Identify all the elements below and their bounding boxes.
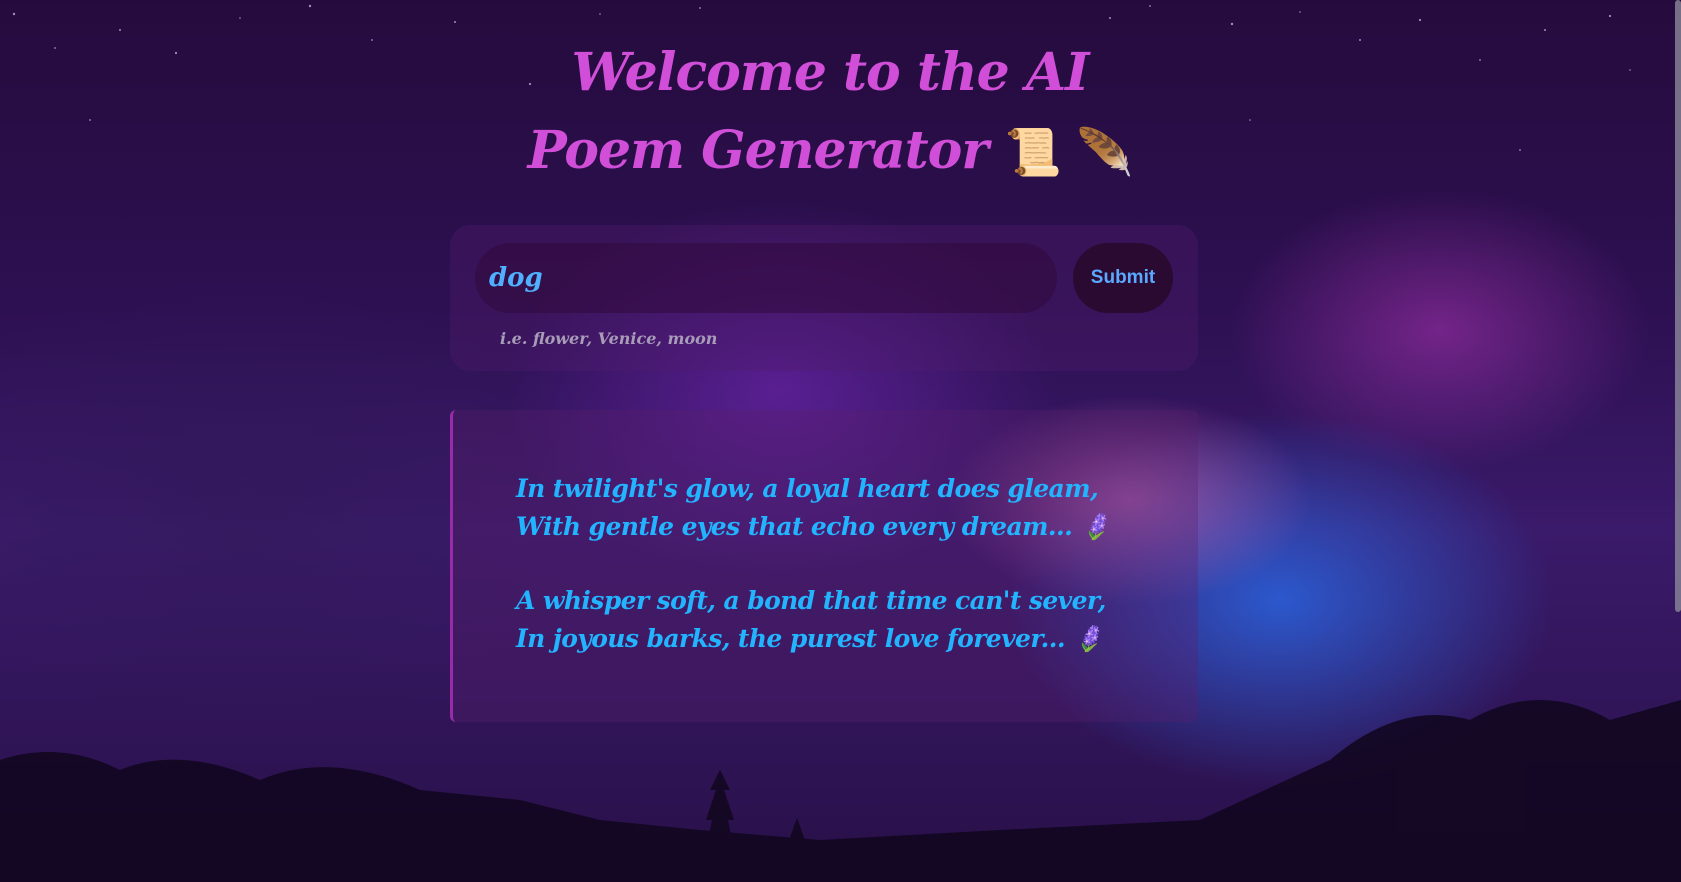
vertical-scrollbar[interactable] <box>1675 0 1681 612</box>
poem-line: With gentle eyes that echo every dream..… <box>516 512 1111 541</box>
page-title: Welcome to the AI Poem Generator 📜 🪶 <box>490 34 1170 191</box>
poem-stanza: A whisper soft, a bond that time can't s… <box>516 582 1198 658</box>
scroll-feather-icon: 📜 🪶 <box>1004 125 1134 179</box>
topic-input[interactable] <box>475 243 1057 313</box>
poem-output: In twilight's glow, a loyal heart does g… <box>450 410 1198 722</box>
input-hint: i.e. flower, Venice, moon <box>500 329 718 348</box>
poem-line: In joyous barks, the purest love forever… <box>516 624 1104 653</box>
poem-line: In twilight's glow, a loyal heart does g… <box>516 474 1099 503</box>
poem-stanza: In twilight's glow, a loyal heart does g… <box>516 470 1198 546</box>
submit-button[interactable]: Submit <box>1073 243 1173 313</box>
poem-form: Submit i.e. flower, Venice, moon <box>450 225 1198 371</box>
poem-line: A whisper soft, a bond that time can't s… <box>516 586 1106 615</box>
